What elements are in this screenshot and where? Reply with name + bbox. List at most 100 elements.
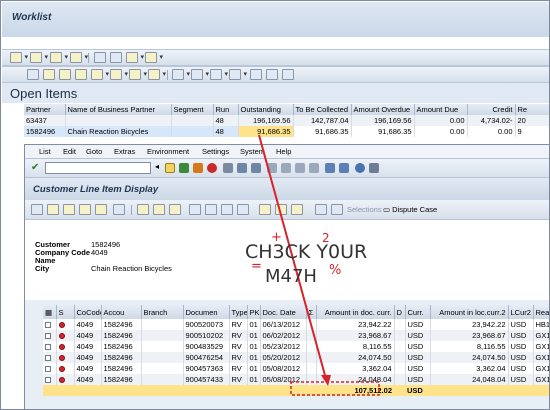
last-page-icon[interactable] xyxy=(309,163,319,173)
col-reason[interactable]: Reason co xyxy=(533,305,549,319)
col-d[interactable]: D xyxy=(394,305,406,319)
export-icon[interactable] xyxy=(191,69,209,80)
sum-icon[interactable] xyxy=(110,69,128,80)
col-re[interactable]: Re xyxy=(515,104,549,115)
filter-icon[interactable] xyxy=(91,69,109,80)
col-sum[interactable]: Σ xyxy=(306,305,317,319)
col-partner[interactable]: Partner xyxy=(24,104,66,115)
menu-goto[interactable]: Goto xyxy=(86,147,102,156)
selections-button[interactable]: Selections xyxy=(347,205,382,214)
table-row[interactable]: 1582496 Chain Reaction Bicycles 48 91,68… xyxy=(24,126,549,137)
note-icon[interactable] xyxy=(110,52,122,63)
back-icon[interactable] xyxy=(179,163,189,173)
info-icon[interactable] xyxy=(250,69,262,80)
menu-environment[interactable]: Environment xyxy=(147,147,189,156)
table-row[interactable]: 4049 1582496 900483529 RV 01 05/23/2012 8,116.… xyxy=(43,341,549,352)
export-icon[interactable] xyxy=(237,204,249,215)
view-icon[interactable] xyxy=(172,69,190,80)
new-session-icon[interactable] xyxy=(325,163,335,173)
document-icon[interactable] xyxy=(50,52,68,63)
col-credit[interactable]: Credit xyxy=(467,104,516,115)
save-layout-icon[interactable] xyxy=(221,204,233,215)
info-icon[interactable] xyxy=(315,204,327,215)
col-segment[interactable]: Segment xyxy=(171,104,214,115)
menu-system[interactable]: System xyxy=(240,147,265,156)
col-lcur2[interactable]: LCur2 xyxy=(508,305,534,319)
menu-list[interactable]: List xyxy=(39,147,51,156)
col-document[interactable]: Documen xyxy=(183,305,230,319)
layout-menu-icon[interactable] xyxy=(369,163,379,173)
previous-page-icon[interactable] xyxy=(281,163,291,173)
table-row[interactable]: 4049 1582496 900457433 RV 01 05/08/2012 24,048… xyxy=(43,374,549,385)
choose-layout-icon[interactable] xyxy=(205,204,217,215)
table-row[interactable]: 4049 1582496 900510202 RV 01 06/02/2012 23,968… xyxy=(43,330,549,341)
refresh-icon[interactable] xyxy=(95,204,107,215)
edit-icon[interactable] xyxy=(94,52,106,63)
menu-settings[interactable]: Settings xyxy=(202,147,229,156)
edit-pencil-icon[interactable] xyxy=(47,204,59,215)
deselect-icon[interactable] xyxy=(291,204,303,215)
col-pk[interactable]: PK xyxy=(247,305,261,319)
menu-help[interactable]: Help xyxy=(276,147,291,156)
grid-menu-icon[interactable]: ▦ xyxy=(43,305,57,319)
command-field[interactable] xyxy=(45,162,151,174)
col-amount-overdue[interactable]: Amount Overdue xyxy=(351,104,415,115)
col-amount-doc[interactable]: Amount in doc. curr. xyxy=(316,305,395,319)
sort-asc-icon[interactable] xyxy=(43,69,55,80)
help-icon[interactable] xyxy=(355,163,365,173)
settings-icon[interactable] xyxy=(31,204,43,215)
menu-extras[interactable]: Extras xyxy=(114,147,135,156)
sum-icon[interactable] xyxy=(153,204,165,215)
settings-icon[interactable] xyxy=(266,69,278,80)
sort-icon[interactable] xyxy=(79,204,91,215)
col-doc-date[interactable]: Doc. Date xyxy=(260,305,307,319)
select-icon[interactable] xyxy=(275,204,287,215)
col-curr[interactable]: Curr. xyxy=(405,305,431,319)
find-icon[interactable] xyxy=(75,69,87,80)
table-row[interactable]: 4049 1582496 900476254 RV 01 05/20/2012 24,074… xyxy=(43,352,549,363)
grid-view-icon[interactable] xyxy=(189,204,201,215)
subtotal-icon[interactable] xyxy=(169,204,181,215)
print-icon[interactable] xyxy=(223,163,233,173)
list-icon[interactable] xyxy=(30,52,48,63)
enter-icon[interactable]: ✔ xyxy=(31,162,39,173)
table-row[interactable]: 4049 1582496 900520073 RV 01 06/13/2012 23,942… xyxy=(43,319,549,330)
cancel-icon[interactable] xyxy=(207,163,217,173)
col-amount-due[interactable]: Amount Due xyxy=(414,104,468,115)
save-icon[interactable] xyxy=(165,163,175,173)
display-icon[interactable] xyxy=(70,52,88,63)
col-branch[interactable]: Branch xyxy=(141,305,184,319)
col-account[interactable]: Accou xyxy=(101,305,142,319)
folder-icon[interactable] xyxy=(145,52,163,63)
col-to-be-collected[interactable]: To Be Collected xyxy=(293,104,352,115)
find-next-icon[interactable] xyxy=(251,163,261,173)
menu-edit[interactable]: Edit xyxy=(63,147,76,156)
details-icon[interactable] xyxy=(113,204,125,215)
exit-icon[interactable] xyxy=(193,163,203,173)
table-row[interactable]: 63437 48 196,169.56 142,787.04 196,169.5… xyxy=(24,115,549,126)
help-icon[interactable] xyxy=(282,69,294,80)
col-cocode[interactable]: CoCode xyxy=(74,305,102,319)
layout-icon[interactable] xyxy=(210,69,228,80)
shortcut-icon[interactable] xyxy=(339,163,349,173)
col-amount-loc[interactable]: Amount in loc.curr.2 xyxy=(430,305,509,319)
col-name[interactable]: Name of Business Partner xyxy=(65,104,172,115)
sort-desc-icon[interactable] xyxy=(59,69,71,80)
exchange-icon[interactable] xyxy=(331,204,343,215)
chevron-left-icon[interactable]: ◂ xyxy=(155,162,159,171)
col-run[interactable]: Run xyxy=(213,104,239,115)
col-outstanding[interactable]: Outstanding xyxy=(238,104,294,115)
first-page-icon[interactable] xyxy=(267,163,277,173)
hierarchy-icon[interactable] xyxy=(63,204,75,215)
table-row[interactable]: 4049 1582496 900457363 RV 01 05/08/2012 3,362.… xyxy=(43,363,549,374)
next-page-icon[interactable] xyxy=(295,163,305,173)
filter-icon[interactable] xyxy=(137,204,149,215)
details-icon[interactable] xyxy=(27,69,39,80)
graphic-icon[interactable] xyxy=(229,69,247,80)
col-status[interactable]: S xyxy=(56,305,75,319)
dispute-case-button[interactable]: ▭ Dispute Case xyxy=(383,205,437,214)
refresh-icon[interactable] xyxy=(10,52,28,63)
mark-all-icon[interactable] xyxy=(259,204,271,215)
print-icon[interactable] xyxy=(148,69,166,80)
flag-icon[interactable] xyxy=(126,52,144,63)
